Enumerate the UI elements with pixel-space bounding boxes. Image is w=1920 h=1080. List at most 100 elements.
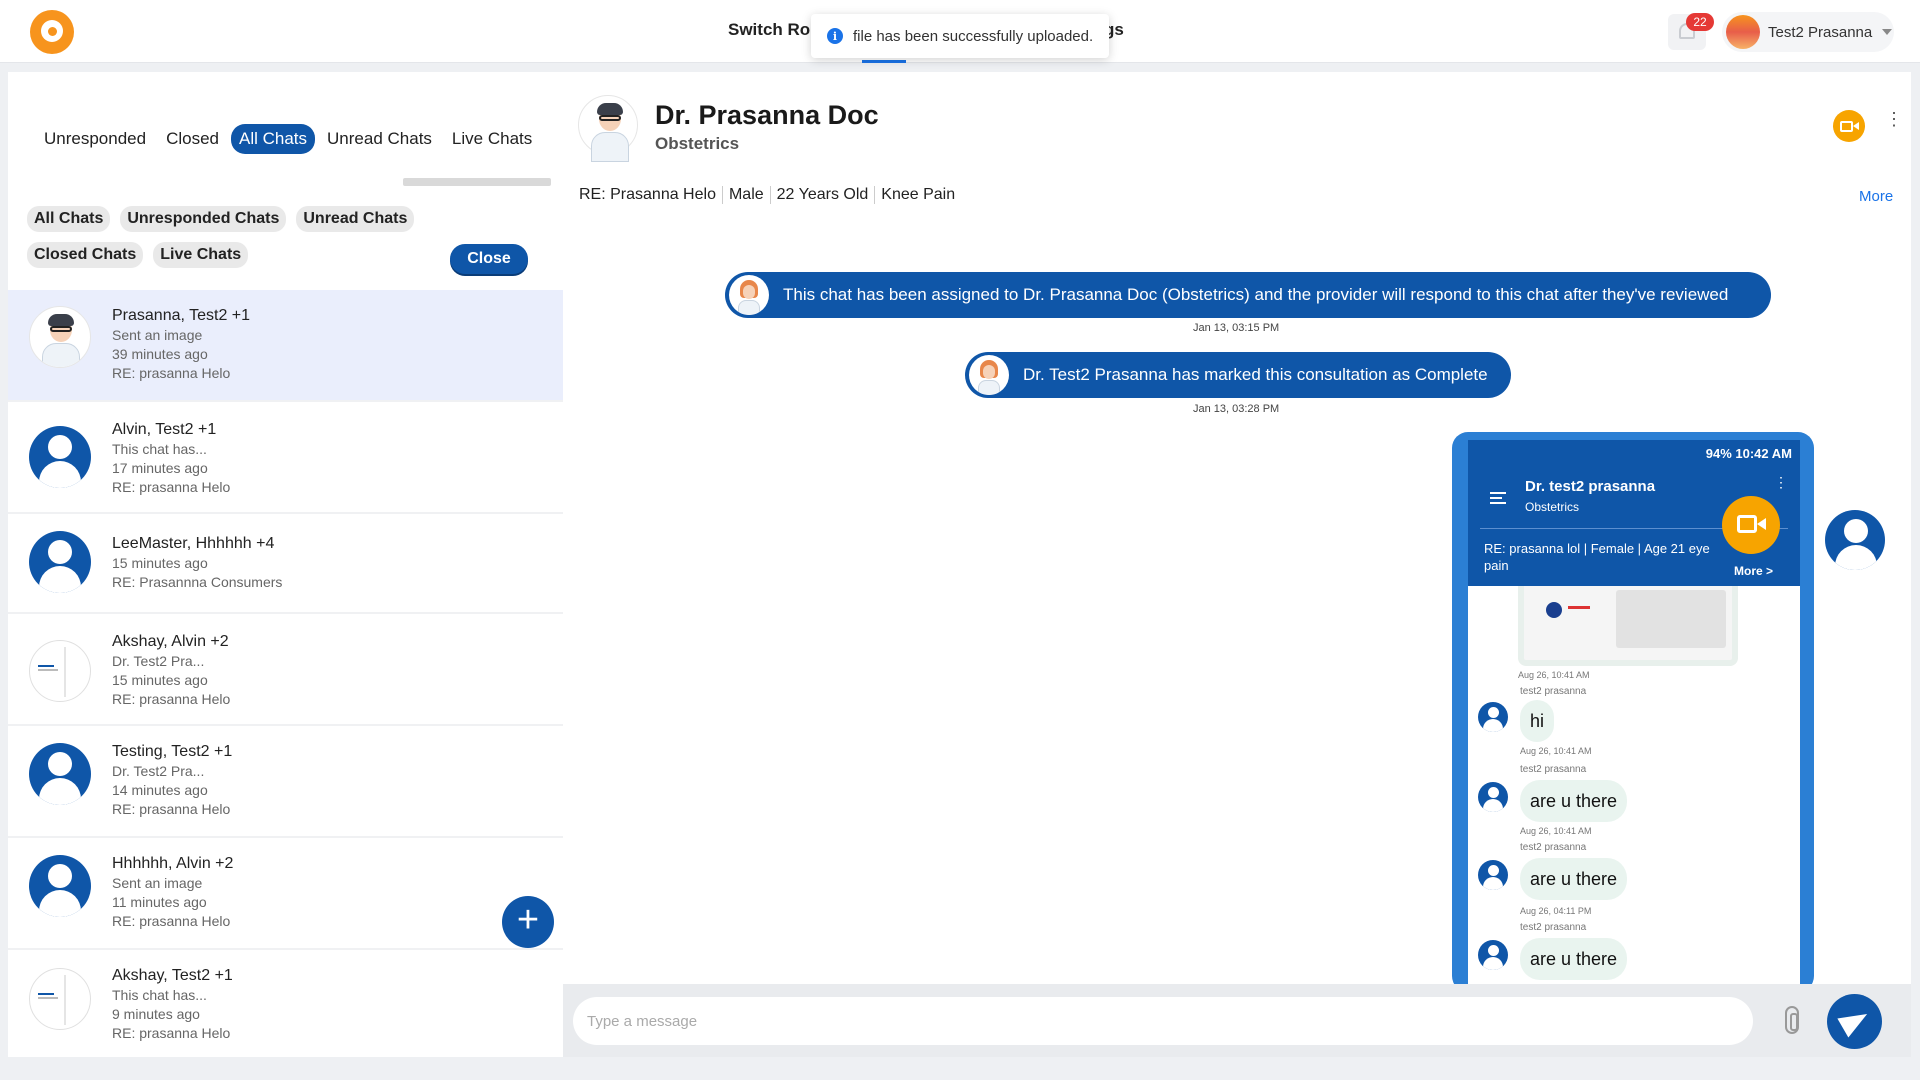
chat-preview: Sent an image [112,327,203,343]
tabs-scrollbar[interactable] [25,178,551,186]
chat-list-item[interactable]: Akshay, Test2 +1 This chat has... 9 minu… [8,950,563,1057]
screenshot-header: 94% 10:42 AM Dr. test2 prasanna Obstetri… [1468,440,1800,586]
filter-row-2: Closed Chats Live Chats [27,242,249,268]
message-composer [563,984,1911,1057]
chat-time: 39 minutes ago [112,346,208,362]
screenshot-status-bar: 94% 10:42 AM [1705,446,1792,461]
chat-subject: RE: prasanna Helo [112,1025,231,1041]
chat-name: Akshay, Test2 +1 [112,967,233,984]
chat-name: Prasanna, Test2 +1 [112,307,251,324]
image-message[interactable]: 94% 10:42 AM Dr. test2 prasanna Obstetri… [1452,432,1814,984]
shared-screenshot: 94% 10:42 AM Dr. test2 prasanna Obstetri… [1468,440,1800,984]
user-name: Test2 Prasanna [1768,23,1873,41]
person-avatar [1478,782,1508,812]
person-avatar [29,426,91,488]
nav-switch-role[interactable]: Switch Role [728,20,824,40]
upload-toast: i file has been successfully uploaded. [811,14,1109,58]
chat-name: Testing, Test2 +1 [112,743,233,760]
screenshot-bubble: hi [1520,700,1555,742]
doctor-avatar [29,306,91,368]
chat-list-item[interactable]: Alvin, Test2 +1 This chat has... 17 minu… [8,402,563,514]
chat-preview: Dr. Test2 Pra... [112,653,205,669]
screenshot-sender: test2 prasanna [1520,764,1587,775]
screenshot-sender: test2 prasanna [1520,922,1587,933]
chat-list-item[interactable]: Hhhhhh, Alvin +2 Sent an image 11 minute… [8,838,563,950]
user-avatar [1726,15,1760,49]
chat-name: Hhhhhh, Alvin +2 [112,855,234,872]
chat-list-item[interactable]: Akshay, Alvin +2 Dr. Test2 Pra... 15 min… [8,614,563,726]
person-avatar [1478,702,1508,732]
chat-time: 17 minutes ago [112,460,208,476]
close-filters-button[interactable]: Close [450,244,528,274]
person-avatar [29,855,91,917]
video-call-button[interactable] [1833,110,1865,142]
more-options-icon[interactable]: ⋮ [1885,110,1903,128]
filter-closed-chats[interactable]: Closed Chats [27,242,144,268]
screenshot-subject: RE: prasanna lol | Female | Age 21 eye p… [1484,541,1710,573]
new-chat-button[interactable]: + [502,896,554,948]
chat-subject: RE: Prasannna Consumers [112,574,283,590]
chat-list-panel: Unresponded Closed All Chats Unread Chat… [8,72,563,1057]
chat-name: Alvin, Test2 +1 [112,421,217,438]
message-thread: This chat has been assigned to Dr. Prasa… [563,224,1911,984]
patient-gender: Male [728,186,764,203]
sender-avatar [1825,510,1885,570]
chat-time: 11 minutes ago [112,894,207,910]
chat-preview: This chat has... [112,441,207,457]
system-message: This chat has been assigned to Dr. Prasa… [725,272,1771,318]
screenshot-bubble: are u there [1520,938,1628,980]
chat-time: 15 minutes ago [112,555,208,571]
filter-live-chats[interactable]: Live Chats [153,242,249,268]
chat-list-item[interactable]: Prasanna, Test2 +1 Sent an image 39 minu… [8,290,563,402]
top-bar: Switch Role gs i file has been successfu… [0,0,1920,63]
attachment-icon[interactable] [1785,1006,1799,1034]
system-message: Dr. Test2 Prasanna has marked this consu… [965,352,1511,398]
tab-unresponded[interactable]: Unresponded [36,124,154,154]
more-details-link[interactable]: More [1859,188,1893,205]
screenshot-timestamp: Aug 26, 10:41 AM [1518,670,1590,680]
chat-time: 14 minutes ago [112,782,208,798]
chat-subject: RE: prasanna Helo [112,691,231,707]
message-input[interactable] [573,997,1753,1045]
patient-age: 22 Years Old [776,186,869,203]
chat-time: 9 minutes ago [112,1006,200,1022]
send-button[interactable] [1827,994,1882,1049]
nav-active-indicator [862,60,906,63]
consultation-subject: RE: Prasanna Helo [579,186,716,203]
chat-subject: RE: prasanna Helo [112,479,231,495]
filter-unresponded-chats[interactable]: Unresponded Chats [120,206,287,232]
chat-list: Prasanna, Test2 +1 Sent an image 39 minu… [8,290,563,1057]
chat-list-item[interactable]: Testing, Test2 +1 Dr. Test2 Pra... 14 mi… [8,726,563,838]
chat-preview: This chat has... [112,987,207,1003]
screenshot-specialty: Obstetrics [1525,500,1580,514]
person-avatar [29,743,91,805]
chat-tabs: Unresponded Closed All Chats Unread Chat… [36,124,540,154]
filter-row-1: All Chats Unresponded Chats Unread Chats [27,206,415,232]
chevron-down-icon [1882,29,1893,35]
provider-avatar [729,275,769,315]
tab-live-chats[interactable]: Live Chats [444,124,540,154]
doctor-specialty: Obstetrics [655,134,740,153]
doctor-avatar [578,95,638,162]
patient-complaint: Knee Pain [881,186,956,203]
filter-unread-chats[interactable]: Unread Chats [296,206,415,232]
filter-all-chats[interactable]: All Chats [27,206,111,232]
tab-all-chats[interactable]: All Chats [231,124,316,154]
chat-list-item[interactable]: LeeMaster, Hhhhhh +4 15 minutes ago RE: … [8,514,563,614]
notification-badge: 22 [1686,13,1714,31]
screenshot-timestamp: Aug 26, 10:41 AM [1520,746,1592,756]
screenshot-timestamp: Aug 26, 04:11 PM [1520,906,1592,916]
app-logo[interactable] [30,10,74,54]
more-options-icon: ⋮ [1774,474,1788,490]
chat-name: LeeMaster, Hhhhhh +4 [112,535,275,552]
system-message-text: Dr. Test2 Prasanna has marked this consu… [1023,365,1488,384]
tab-unread-chats[interactable]: Unread Chats [319,124,440,154]
toast-message: file has been successfully uploaded. [853,27,1094,45]
chat-subject: RE: prasanna Helo [112,913,231,929]
doctor-name: Dr. Prasanna Doc [655,100,879,130]
tab-closed[interactable]: Closed [158,124,227,154]
user-menu[interactable]: Test2 Prasanna [1722,12,1894,52]
message-timestamp: Jan 13, 03:15 PM [1193,322,1280,334]
person-avatar [1478,940,1508,970]
screenshot-sender: test2 prasanna [1520,686,1587,697]
